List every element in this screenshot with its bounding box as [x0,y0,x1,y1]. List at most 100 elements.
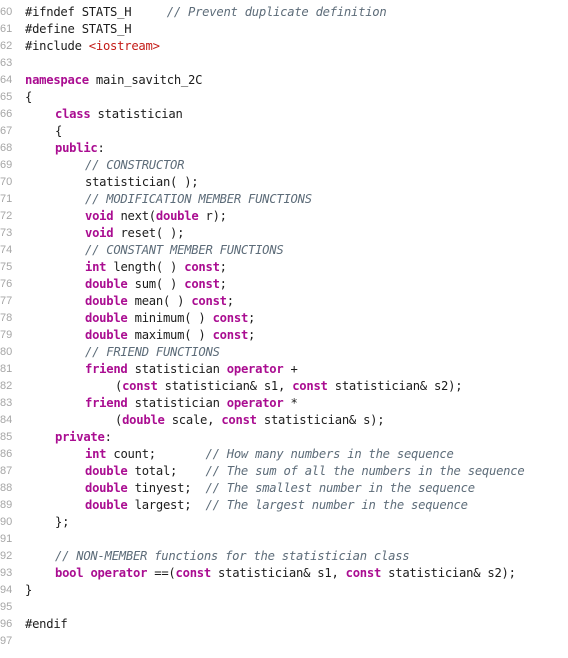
text-token: r); [198,209,228,223]
code-text: double tinyest; // The smallest number i… [85,480,475,497]
keyword-token: class [55,107,91,121]
text-token: statistician& s); [256,413,385,427]
code-line[interactable]: 69 // CONSTRUCTOR [0,157,568,174]
comment-token: // NON-MEMBER functions for the statisti… [55,549,410,563]
code-text: statistician( ); [85,174,199,191]
line-number: 72 [0,210,13,222]
code-line[interactable]: 77 double mean( ) const; [0,293,568,310]
code-line[interactable]: 84 (double scale, const statistician& s); [0,412,568,429]
keyword-token: const [175,566,212,580]
code-text: // NON-MEMBER functions for the statisti… [55,548,410,565]
keyword-token: void [85,226,114,240]
code-text: // MODIFICATION MEMBER FUNCTIONS [85,191,312,208]
code-line[interactable]: 75 int length( ) const; [0,259,568,276]
code-line[interactable]: 67 { [0,123,568,140]
keyword-token: double [85,328,128,342]
code-line[interactable]: 73 void reset( ); [0,225,568,242]
keyword-token: bool [55,566,84,580]
text-token: statistician [127,362,227,376]
code-text: void reset( ); [85,225,184,242]
text-token: statistician [90,107,183,121]
line-number: 93 [0,567,13,579]
code-line[interactable]: 65 { [0,89,568,106]
line-number: 82 [0,380,13,392]
keyword-token: double [85,277,128,291]
code-line[interactable]: 96 #endif [0,616,568,633]
code-line[interactable]: 68 public: [0,140,568,157]
code-line[interactable]: 61 #define STATS_H [0,21,568,38]
line-number: 92 [0,550,13,562]
text-token: statistician& s1, [210,566,346,580]
line-number: 67 [0,125,13,137]
text-token: }; [55,515,70,529]
code-line[interactable]: 80 // FRIEND FUNCTIONS [0,344,568,361]
code-line[interactable]: 85 private: [0,429,568,446]
text-token: ; [219,260,227,274]
code-line[interactable]: 90}; [0,514,568,531]
line-number: 66 [0,108,13,120]
line-number: 62 [0,40,13,52]
code-line[interactable]: 66 class statistician [0,106,568,123]
code-text: #include <iostream> [25,38,160,55]
code-line[interactable]: 83 friend statistician operator * [0,395,568,412]
code-line[interactable]: 95 [0,599,568,616]
code-line[interactable]: 71 // MODIFICATION MEMBER FUNCTIONS [0,191,568,208]
text-token: #ifndef STATS_H [25,5,132,19]
keyword-token: operator [226,362,284,376]
code-text: // CONSTRUCTOR [85,157,184,174]
keyword-token: operator [226,396,284,410]
code-text: // FRIEND FUNCTIONS [85,344,220,361]
text-token: tinyest; [127,481,206,495]
comment-token: // The sum of all the numbers in the seq… [205,464,525,478]
text-token: * [283,396,298,410]
text-token: #endif [25,617,68,631]
code-line[interactable]: 74 // CONSTANT MEMBER FUNCTIONS [0,242,568,259]
comment-token: // How many numbers in the sequence [205,447,454,461]
comment-token: // CONSTRUCTOR [85,158,185,172]
text-token: ==( [147,566,176,580]
code-line[interactable]: 72 void next(double r); [0,208,568,225]
text-token: } [25,583,33,597]
code-text: void next(double r); [85,208,227,225]
text-token: main_savitch_2C [88,73,203,87]
code-line[interactable]: 87 double total; // The sum of all the nu… [0,463,568,480]
code-line[interactable]: 91 [0,531,568,548]
line-number: 96 [0,618,13,630]
code-line[interactable]: 76 double sum( ) const; [0,276,568,293]
code-line[interactable]: 63 [0,55,568,72]
code-line[interactable]: 70 statistician( ); [0,174,568,191]
code-line[interactable]: 89 double largest; // The largest number … [0,497,568,514]
comment-token: // MODIFICATION MEMBER FUNCTIONS [85,192,312,206]
code-line[interactable]: 92 // NON-MEMBER functions for the statis… [0,548,568,565]
code-line[interactable]: 86 int count; // How many numbers in the … [0,446,568,463]
code-line[interactable]: 60 #ifndef STATS_H // Prevent duplicate d… [0,4,568,21]
code-line[interactable]: 93 bool operator ==(const statistician& s… [0,565,568,582]
code-line[interactable]: 82 (const statistician& s1, const statist… [0,378,568,395]
code-line[interactable]: 62 #include <iostream> [0,38,568,55]
code-line[interactable]: 78 double minimum( ) const; [0,310,568,327]
code-editor[interactable]: 60 #ifndef STATS_H // Prevent duplicate d… [0,0,568,658]
code-text: }; [55,514,69,531]
text-token: sum( ) [127,277,185,291]
keyword-token: double [85,294,128,308]
code-line[interactable]: 97 [0,633,568,650]
line-number: 85 [0,431,13,443]
line-number: 95 [0,601,13,613]
keyword-token: double [85,481,128,495]
text-token: #include [25,39,89,53]
keyword-token: namespace [25,73,89,87]
keyword-token: friend [85,362,128,376]
line-number: 63 [0,57,13,69]
line-number: 75 [0,261,13,273]
code-line[interactable]: 94} [0,582,568,599]
code-line[interactable]: 81 friend statistician operator + [0,361,568,378]
code-text: // CONSTANT MEMBER FUNCTIONS [85,242,284,259]
text-token: ; [248,328,256,342]
line-number: 60 [0,6,13,18]
code-text: friend statistician operator * [85,395,298,412]
string-token: <iostream> [88,39,160,53]
code-line[interactable]: 64 namespace main_savitch_2C [0,72,568,89]
text-token: minimum( ) [127,311,213,325]
code-line[interactable]: 79 double maximum( ) const; [0,327,568,344]
code-line[interactable]: 88 double tinyest; // The smallest number… [0,480,568,497]
